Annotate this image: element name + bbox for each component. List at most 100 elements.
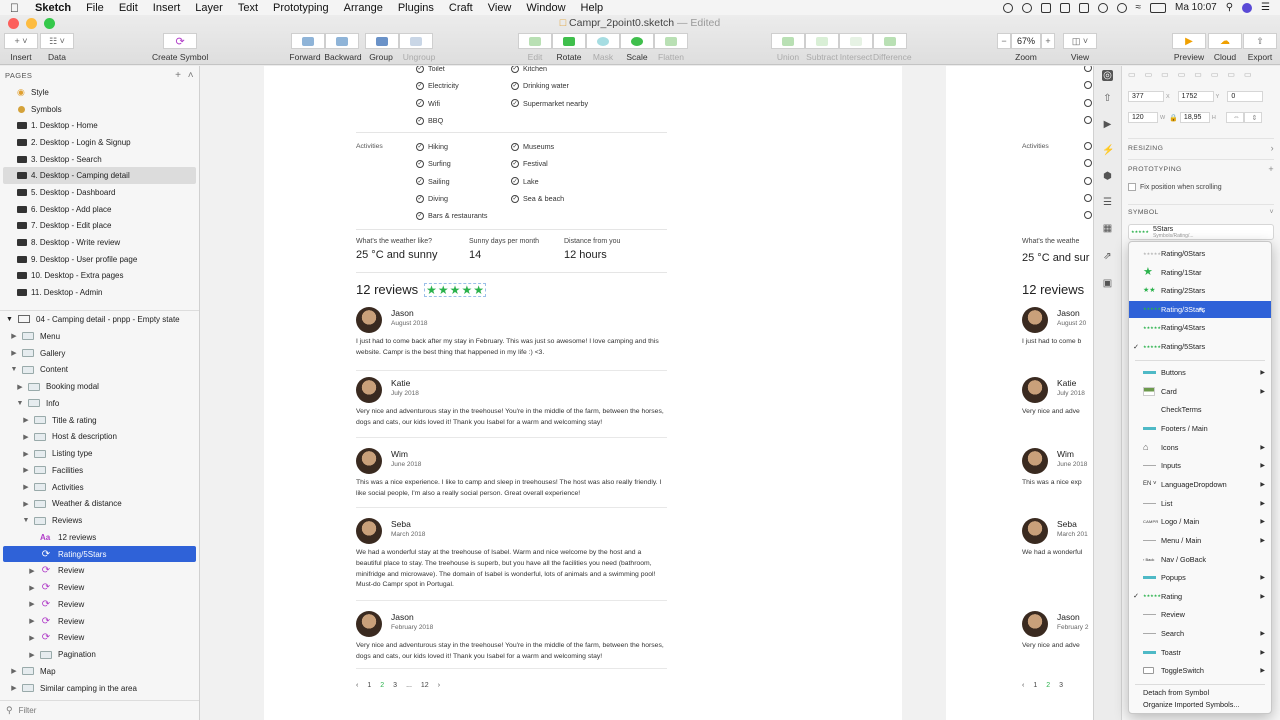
plugin-icon[interactable]: ⬢ — [1102, 171, 1113, 182]
plus-icon[interactable]: + ˅ — [4, 33, 38, 49]
page-link[interactable]: 1 — [367, 682, 371, 689]
disclosure-icon[interactable]: ▶ — [22, 416, 30, 424]
user-icon[interactable] — [1242, 2, 1253, 13]
page-item[interactable]: 1. Desktop - Home — [0, 117, 199, 134]
page-item[interactable]: 8. Desktop - Write review — [0, 234, 199, 251]
disclosure-icon[interactable]: ▶ — [22, 450, 30, 458]
union-icon[interactable] — [771, 33, 805, 49]
menu-item-symbol-group[interactable]: EN ˅ LanguageDropdown ▶ — [1129, 476, 1271, 493]
menu-item-symbol-group[interactable]: ‹ Back Nav / GoBack — [1129, 551, 1271, 568]
layer-item[interactable]: ▶ Map — [0, 663, 199, 680]
disclosure-icon[interactable]: ▶ — [22, 433, 30, 441]
page-link[interactable]: › — [438, 682, 440, 689]
page-link[interactable]: ‹ — [1022, 682, 1024, 689]
disclosure-icon[interactable]: ▼ — [22, 517, 30, 524]
apple-icon[interactable]:  — [10, 1, 19, 15]
disclosure-icon[interactable]: ▶ — [22, 483, 30, 491]
disclosure-icon[interactable]: ▶ — [10, 332, 18, 340]
layer-item[interactable]: Aa 12 reviews — [0, 529, 199, 546]
flatten-icon[interactable] — [654, 33, 688, 49]
artboard-secondary[interactable]: Activities What's the weathe 25 °C and sur… — [946, 66, 1093, 720]
page-link[interactable]: ‹ — [356, 682, 358, 689]
layer-item[interactable]: ▶ Similar camping in the area — [0, 680, 199, 697]
edit-icon[interactable] — [518, 33, 552, 49]
preview-tool[interactable]: ▶ Preview — [1172, 33, 1206, 62]
zoom-in-button[interactable]: + — [1041, 33, 1055, 49]
page-link[interactable]: 2 — [380, 682, 384, 689]
y-field[interactable]: 1752 — [1177, 91, 1214, 102]
disclosure-icon[interactable]: ▶ — [10, 349, 18, 357]
layer-item[interactable]: ▼ Info — [0, 395, 199, 412]
symbol-override-select[interactable]: ★★★★★ 5Stars Symbols/Rating/... — [1128, 224, 1274, 240]
page-item[interactable]: 6. Desktop - Add place — [0, 201, 199, 218]
disclosure-icon[interactable]: ▼ — [16, 400, 24, 407]
menu-item-symbol-group[interactable]: Footers / Main — [1129, 420, 1271, 437]
align-bottom-icon[interactable]: ▭ — [1211, 70, 1219, 79]
menu-item-symbol-group[interactable]: Card ▶ — [1129, 383, 1271, 400]
menu-item-symbol-group[interactable]: Search ▶ — [1129, 625, 1271, 642]
menu-item-symbol-group[interactable]: ⌂ Icons ▶ — [1129, 439, 1271, 456]
group-icon[interactable] — [365, 33, 399, 49]
page-item[interactable]: 11. Desktop - Admin — [0, 284, 199, 301]
zoom-out-button[interactable]: − — [997, 33, 1011, 49]
symbol-tab-icon[interactable]: ▦ — [1102, 223, 1113, 234]
preview-icon[interactable]: ▶ — [1172, 33, 1206, 49]
menu-item-symbol-group[interactable]: CheckTerms — [1129, 401, 1271, 418]
collapse-icon[interactable]: ˄ — [188, 70, 194, 81]
time-machine-icon[interactable] — [1097, 2, 1108, 13]
status-icon[interactable] — [1059, 2, 1070, 13]
layer-item[interactable]: ▶ Host & description — [0, 428, 199, 445]
layer-item[interactable]: ▶ Pagination — [0, 646, 199, 663]
fix-position-row[interactable]: Fix position when scrolling — [1128, 183, 1222, 191]
layer-item[interactable]: ▶ Booking modal — [0, 378, 199, 395]
layout-icon[interactable]: ☰ — [1102, 197, 1113, 208]
disclosure-icon[interactable]: ▶ — [10, 667, 18, 675]
layer-item[interactable]: ▶ ⟳ Review — [0, 629, 199, 646]
height-field[interactable]: 18,95 — [1179, 112, 1210, 123]
subtract-icon[interactable] — [805, 33, 839, 49]
page-item[interactable]: Symbols — [0, 101, 199, 118]
forward-icon[interactable] — [291, 33, 325, 49]
menu-list-icon[interactable]: ☰ — [1261, 2, 1270, 13]
view-icon[interactable]: ◫ ˅ — [1063, 33, 1097, 49]
menu-arrange[interactable]: Arrange — [344, 2, 383, 14]
flip-vertical-button[interactable]: ⇕ — [1243, 112, 1262, 123]
menu-help[interactable]: Help — [581, 2, 604, 14]
align-middle-icon[interactable]: ▭ — [1194, 70, 1202, 79]
intersect-icon[interactable] — [839, 33, 873, 49]
data-tool[interactable]: ☷ ˅ Data — [40, 33, 74, 62]
detach-from-symbol-item[interactable]: Detach from Symbol — [1129, 686, 1271, 698]
page-link[interactable]: 1 — [1033, 682, 1037, 689]
image-icon[interactable]: ▣ — [1102, 278, 1113, 289]
layer-item[interactable]: ▶ Activities — [0, 479, 199, 496]
layer-item[interactable]: ▶ Title & rating — [0, 412, 199, 429]
page-item[interactable]: 4. Desktop - Camping detail — [3, 167, 196, 185]
layer-item[interactable]: ▶ Menu — [0, 328, 199, 345]
clock[interactable]: Ma 10:07 — [1175, 2, 1217, 13]
lightning-icon[interactable]: ⚡ — [1102, 145, 1114, 156]
canvas[interactable]: ✓ Toilet ✓ Electricity ✓ Wifi ✓ BBQ ✓ Kitchen ✓ Dri… — [200, 66, 1093, 720]
menu-item-symbol-group[interactable]: Toastr ▶ — [1129, 644, 1271, 661]
layer-item[interactable]: ▶ ⟳ Review — [0, 562, 199, 579]
backward-icon[interactable] — [325, 33, 359, 49]
distribute-v-icon[interactable]: ▭ — [1244, 70, 1252, 79]
menu-prototyping[interactable]: Prototyping — [273, 2, 329, 14]
insert-tool[interactable]: + ˅ Insert — [4, 33, 38, 62]
align-top-icon[interactable]: ▭ — [1178, 70, 1186, 79]
menu-item-symbol-group[interactable]: Buttons ▶ — [1129, 364, 1271, 381]
data-icon[interactable]: ☷ ˅ — [40, 33, 74, 49]
artboard-camping-detail[interactable]: ✓ Toilet ✓ Electricity ✓ Wifi ✓ BBQ ✓ Kitchen ✓ Dri… — [264, 66, 902, 720]
disclosure-icon[interactable]: ▶ — [28, 567, 36, 575]
add-page-icon[interactable]: + — [175, 70, 181, 81]
rotate-icon[interactable] — [552, 33, 586, 49]
scale-icon[interactable] — [620, 33, 654, 49]
menu-plugins[interactable]: Plugins — [398, 2, 434, 14]
page-item[interactable]: ◉ Style — [0, 84, 199, 101]
menu-view[interactable]: View — [488, 2, 512, 14]
chevron-down-icon[interactable]: ˅ — [1270, 209, 1275, 216]
layer-item[interactable]: ▶ ⟳ Review — [0, 579, 199, 596]
disclosure-icon[interactable]: ▶ — [16, 383, 24, 391]
layer-item[interactable]: ▶ Facilities — [0, 462, 199, 479]
disclosure-icon[interactable]: ▶ — [22, 500, 30, 508]
page-item[interactable]: 3. Desktop - Search — [0, 151, 199, 168]
